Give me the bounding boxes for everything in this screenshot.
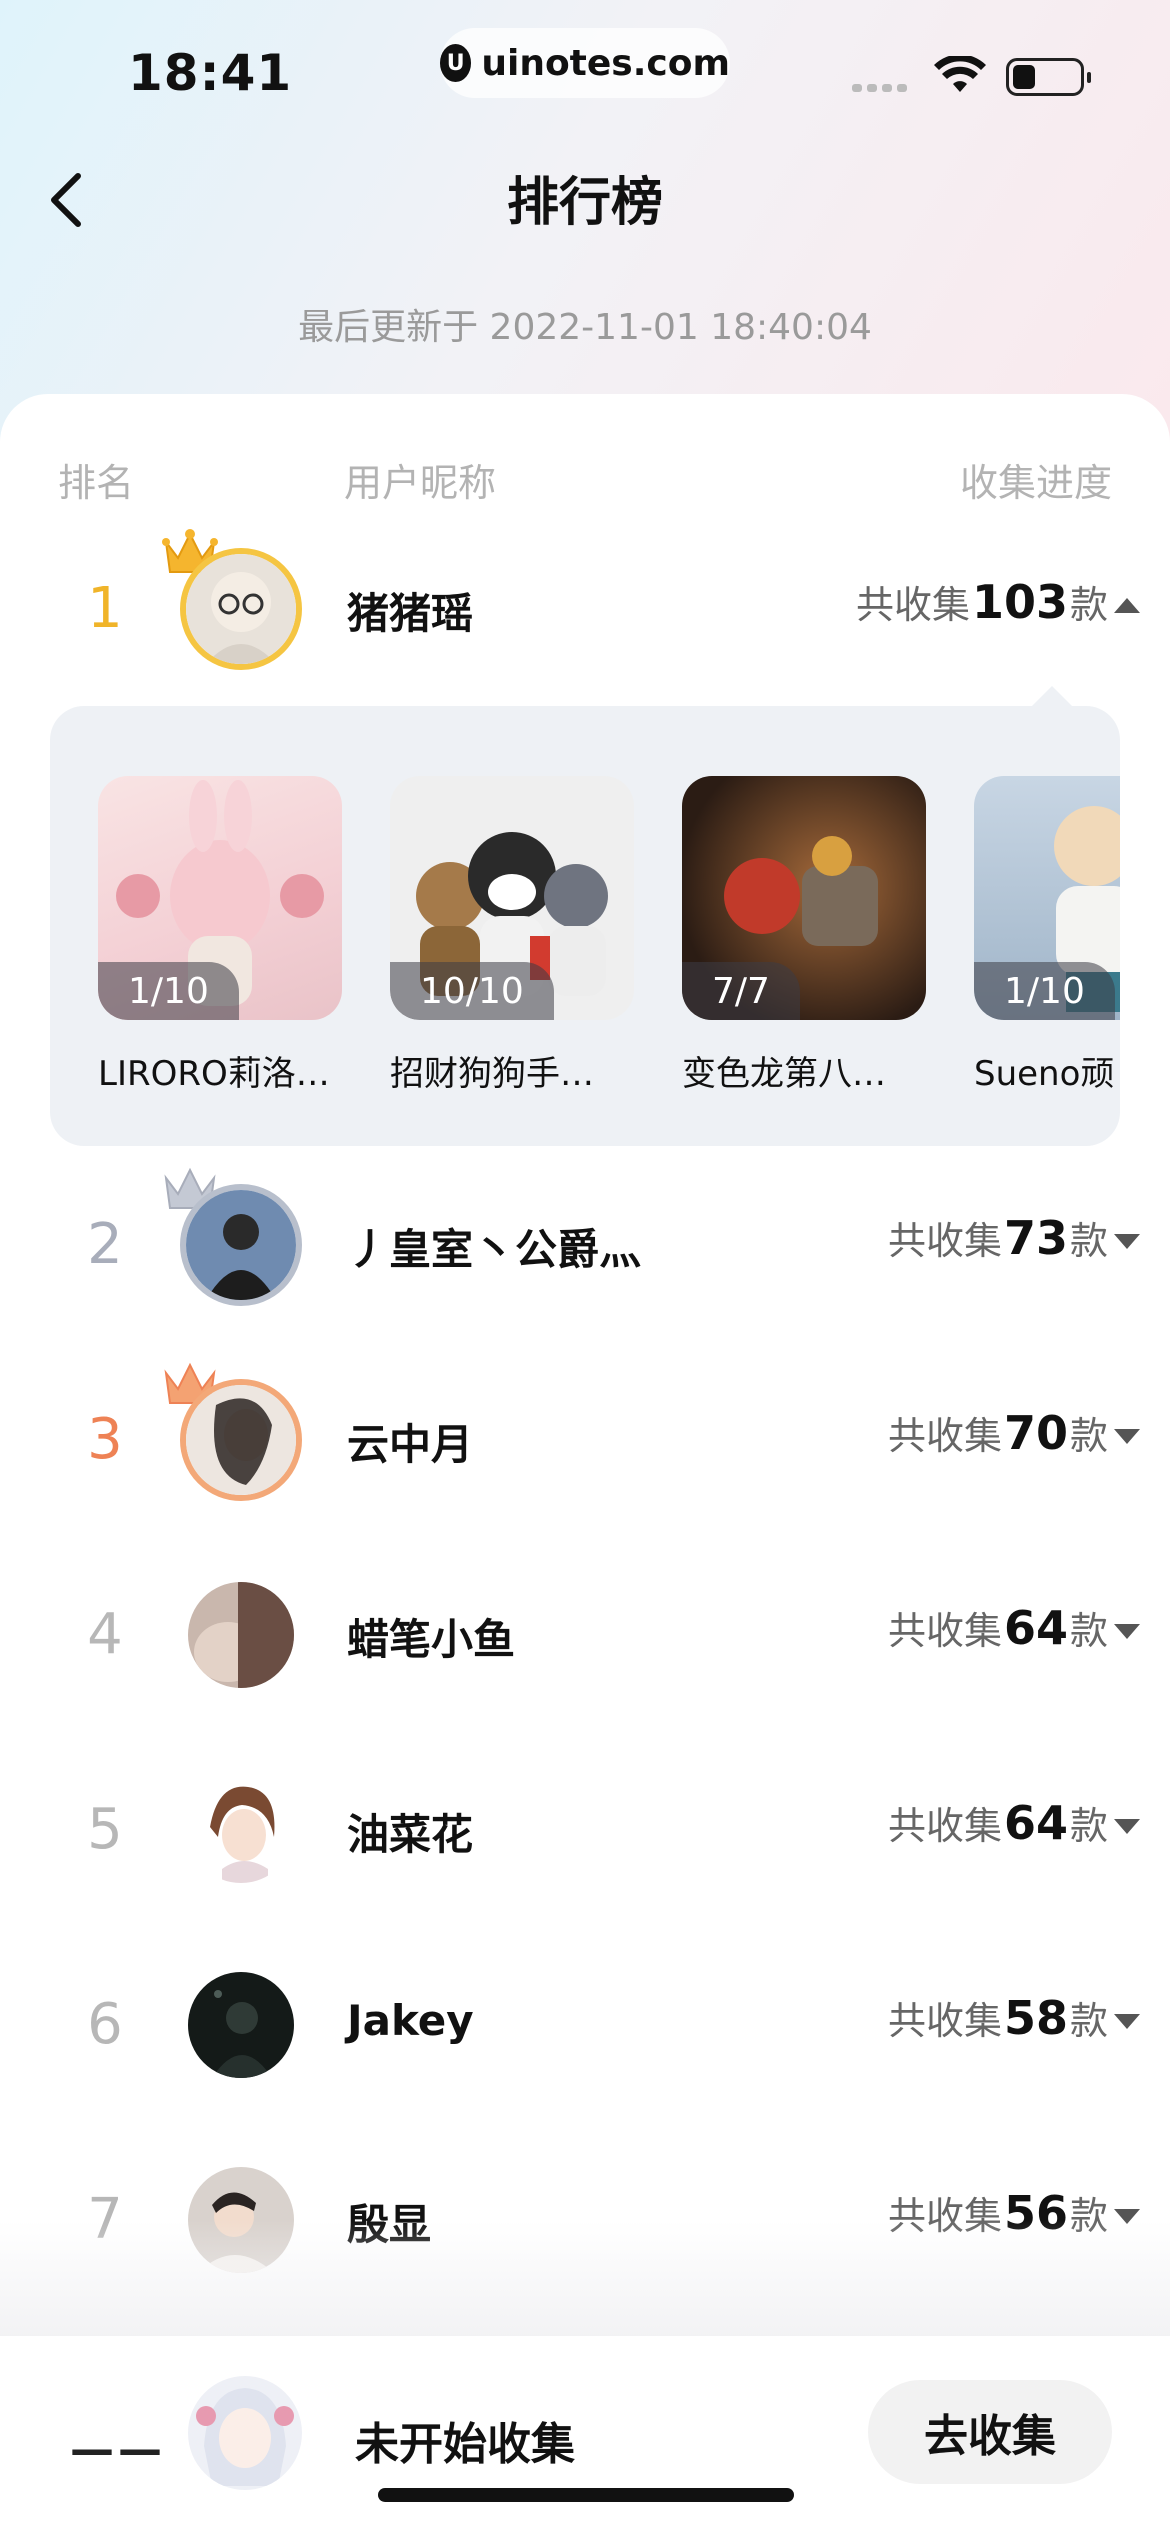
item-name: Sueno顽 bbox=[974, 1054, 1115, 1094]
panel-pointer bbox=[1030, 686, 1074, 708]
avatar bbox=[188, 1777, 294, 1883]
my-collect-status: 未开始收集 bbox=[355, 2419, 575, 2470]
user-nickname: 油菜花 bbox=[347, 1810, 474, 1859]
status-bar: 18:41 U uinotes.com bbox=[0, 0, 1170, 140]
collect-progress: 共收集 70 款 bbox=[887, 1406, 1108, 1460]
page-title: 排行榜 bbox=[506, 173, 663, 233]
collection-item[interactable]: 7/7 变色龙第八… bbox=[682, 776, 926, 1095]
wifi-icon bbox=[934, 56, 986, 92]
url-text: uinotes.com bbox=[481, 42, 730, 84]
avatar bbox=[180, 1379, 302, 1501]
collect-progress: 共收集 64 款 bbox=[887, 1601, 1108, 1655]
user-nickname: Jakey bbox=[347, 1996, 474, 2045]
item-name: LIRORO莉洛… bbox=[98, 1054, 330, 1094]
item-thumbnail: 7/7 bbox=[682, 776, 926, 1020]
user-nickname: 蜡笔小鱼 bbox=[347, 1615, 516, 1664]
item-name: 招财狗狗手… bbox=[390, 1054, 594, 1094]
ranking-row-3[interactable]: 3 云中月 共收集 70 款 bbox=[0, 1362, 1170, 1515]
rank-number: 2 bbox=[87, 1212, 123, 1277]
rank-number: 4 bbox=[87, 1602, 123, 1667]
ranking-row-4[interactable]: 4 蜡笔小鱼 共收集 64 款 bbox=[0, 1560, 1170, 1710]
rank-number: 3 bbox=[87, 1407, 123, 1472]
user-nickname: 云中月 bbox=[347, 1420, 474, 1469]
battery-icon bbox=[1006, 58, 1091, 96]
caret-down-icon[interactable] bbox=[1114, 1429, 1140, 1444]
item-thumbnail: 1/10 bbox=[98, 776, 342, 1020]
go-collect-button[interactable]: 去收集 bbox=[868, 2380, 1112, 2484]
ranking-row-6[interactable]: 6 Jakey 共收集 58 款 bbox=[0, 1950, 1170, 2100]
collect-progress: 共收集 73 款 bbox=[887, 1211, 1108, 1265]
avatar bbox=[180, 1184, 302, 1306]
item-thumbnail: 1/10 bbox=[974, 776, 1120, 1020]
home-indicator bbox=[378, 2488, 794, 2502]
collection-panel: 1/10 LIRORO莉洛… 10/10 招财狗狗手… 7/7 变色龙第八… 1… bbox=[50, 706, 1120, 1146]
url-pill[interactable]: U uinotes.com bbox=[440, 28, 730, 98]
rank-number: 6 bbox=[87, 1992, 123, 2057]
avatar bbox=[188, 1582, 294, 1688]
caret-down-icon[interactable] bbox=[1114, 1234, 1140, 1249]
item-count: 1/10 bbox=[974, 962, 1115, 1020]
column-progress: 收集进度 bbox=[959, 461, 1112, 505]
last-updated: 最后更新于 2022-11-01 18:40:04 bbox=[298, 307, 872, 348]
ranking-row-2[interactable]: 2 丿皇室丶公爵灬 共收集 73 款 bbox=[0, 1167, 1170, 1320]
my-rank: —— bbox=[70, 2424, 166, 2475]
collection-item[interactable]: 1/10 LIRORO莉洛… bbox=[98, 776, 342, 1095]
caret-down-icon[interactable] bbox=[1114, 2014, 1140, 2029]
rank-number: 5 bbox=[87, 1797, 123, 1862]
my-avatar bbox=[188, 2376, 302, 2490]
signal-icon bbox=[852, 84, 907, 92]
item-name: 变色龙第八… bbox=[682, 1054, 886, 1094]
ranking-row-1[interactable]: 1 猪猪瑶 共收集 103 款 bbox=[0, 529, 1170, 684]
collection-item[interactable]: 10/10 招财狗狗手… bbox=[390, 776, 634, 1095]
column-nickname: 用户昵称 bbox=[344, 461, 497, 505]
item-count: 7/7 bbox=[682, 962, 800, 1020]
caret-down-icon[interactable] bbox=[1114, 1624, 1140, 1639]
collection-item[interactable]: 1/10 Sueno顽 bbox=[974, 776, 1120, 1095]
item-thumbnail: 10/10 bbox=[390, 776, 634, 1020]
caret-up-icon[interactable] bbox=[1114, 598, 1140, 613]
collect-progress: 共收集 103 款 bbox=[855, 575, 1108, 629]
avatar bbox=[180, 548, 302, 670]
site-logo-icon: U bbox=[440, 44, 472, 82]
caret-down-icon[interactable] bbox=[1114, 1819, 1140, 1834]
column-rank: 排名 bbox=[58, 461, 135, 505]
item-count: 10/10 bbox=[390, 962, 554, 1020]
status-time: 18:41 bbox=[128, 44, 293, 102]
ranking-row-5[interactable]: 5 油菜花 共收集 64 款 bbox=[0, 1755, 1170, 1905]
rank-number: 1 bbox=[87, 576, 123, 641]
user-nickname: 猪猪瑶 bbox=[347, 589, 474, 638]
list-fade bbox=[0, 2220, 1170, 2340]
collect-progress: 共收集 64 款 bbox=[887, 1796, 1108, 1850]
my-rank-bar: —— 未开始收集 去收集 bbox=[0, 2336, 1170, 2532]
avatar bbox=[188, 1972, 294, 2078]
collect-progress: 共收集 58 款 bbox=[887, 1991, 1108, 2045]
item-count: 1/10 bbox=[98, 962, 239, 1020]
user-nickname: 丿皇室丶公爵灬 bbox=[347, 1225, 642, 1274]
